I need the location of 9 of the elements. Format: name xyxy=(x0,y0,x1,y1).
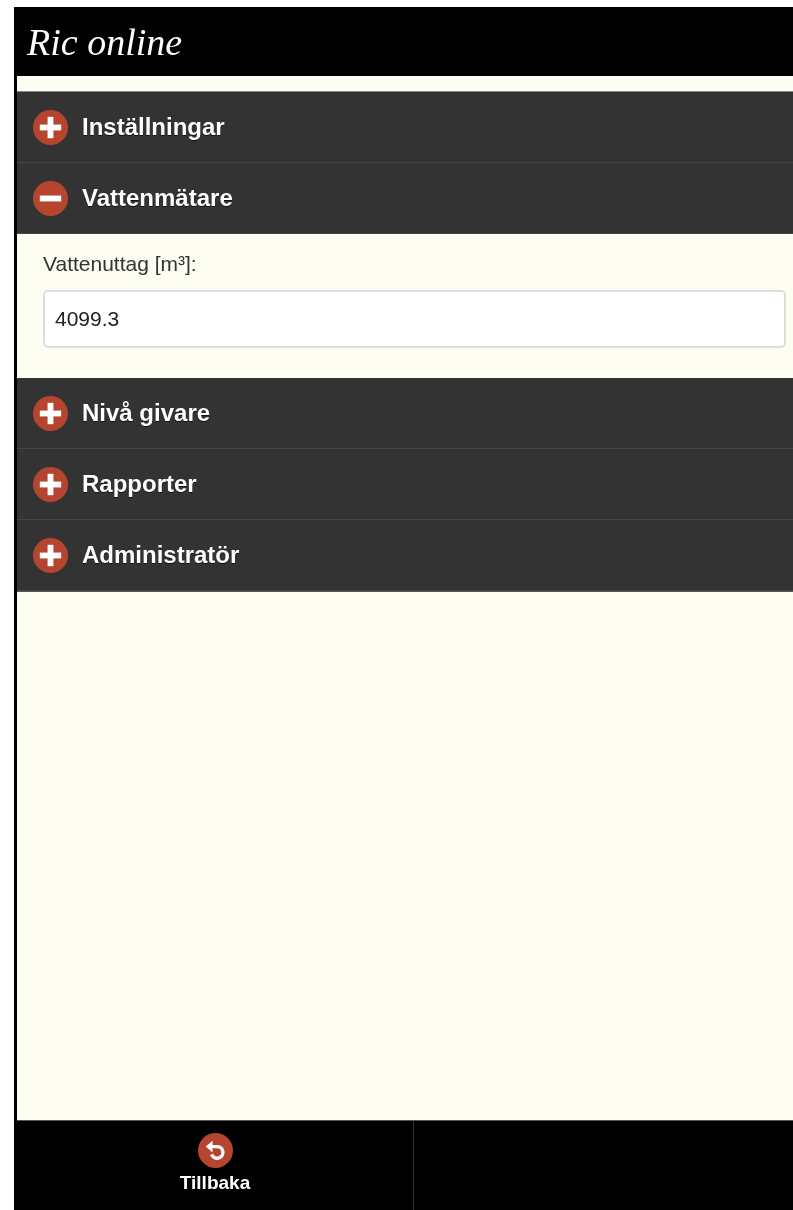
accordion-header[interactable]: Nivå givare xyxy=(17,378,793,449)
field-label: Vattenuttag [m³]: xyxy=(43,252,198,276)
accordion-header[interactable]: Rapporter xyxy=(17,449,793,520)
accordion-header[interactable]: Inställningar xyxy=(17,92,793,163)
app-logo: Ric online xyxy=(27,19,183,64)
input-field[interactable]: 4099.3 xyxy=(43,290,786,348)
accordion-header[interactable]: Vattenmätare xyxy=(17,163,793,234)
undo-icon xyxy=(197,1133,233,1168)
accordion-header[interactable]: Administratör xyxy=(17,520,793,591)
